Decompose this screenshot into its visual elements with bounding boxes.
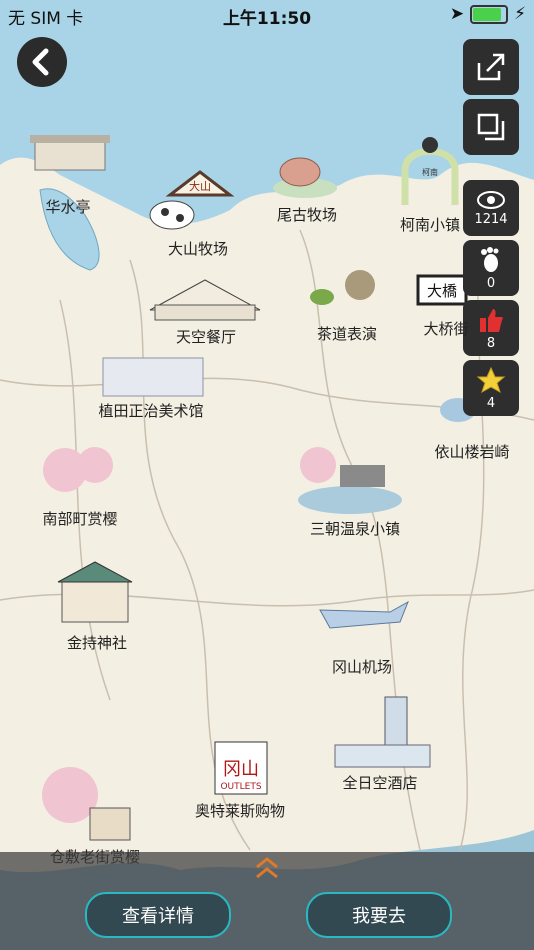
poi-label[interactable]: 奥特莱斯购物 — [195, 800, 285, 821]
likes-stat[interactable]: 8 — [463, 300, 519, 356]
poi-label[interactable]: 依山楼岩崎 — [434, 441, 509, 462]
charging-icon: ⚡ — [514, 4, 526, 24]
poi-label[interactable]: 大桥街 — [423, 318, 468, 339]
chevron-up-icon[interactable] — [253, 857, 281, 879]
copy-button[interactable] — [463, 99, 519, 155]
star-icon — [476, 366, 506, 393]
poi-label[interactable]: 尾古牧场 — [277, 204, 337, 225]
favorites-count: 4 — [486, 395, 496, 411]
status-right: ➤ ⚡ — [450, 4, 526, 24]
thumbs-up-icon — [480, 308, 503, 332]
ohashi-sign: 大橋 — [427, 282, 457, 300]
outlet-sign-brand: 冈山 — [223, 759, 259, 780]
poi-label[interactable]: 全日空酒店 — [342, 772, 417, 793]
copy-icon — [477, 113, 505, 141]
views-count: 1214 — [474, 211, 508, 227]
share-icon — [477, 53, 505, 81]
poi-label[interactable]: 柯南小镇 — [400, 214, 460, 235]
daisen-sign: 大山 — [189, 179, 211, 193]
poi-label[interactable]: 华水亭 — [45, 196, 90, 217]
outlet-sign-sub: OUTLETS — [220, 782, 261, 792]
poi-label[interactable]: 冈山机场 — [332, 656, 392, 677]
footprint-stat[interactable]: 0 — [463, 240, 519, 296]
favorites-stat[interactable]: 4 — [463, 360, 519, 416]
poi-label[interactable]: 大山牧场 — [168, 238, 228, 259]
poi-label[interactable]: 茶道表演 — [317, 323, 377, 344]
go-button[interactable]: 我要去 — [306, 892, 452, 938]
status-bar: 无 SIM 卡 上午11:50 ➤ ⚡ — [0, 0, 534, 29]
eye-icon — [477, 190, 505, 209]
chevron-left-icon — [32, 48, 49, 76]
battery-icon — [470, 4, 509, 24]
location-arrow-icon: ➤ — [449, 4, 465, 24]
views-stat[interactable]: 1214 — [463, 180, 519, 236]
poi-label[interactable]: 天空餐厅 — [176, 326, 236, 347]
footprint-count: 0 — [486, 275, 496, 291]
details-button[interactable]: 查看详情 — [85, 892, 231, 938]
conan-sign: 柯南 — [422, 167, 438, 177]
poi-label[interactable]: 三朝温泉小镇 — [310, 518, 400, 539]
back-button[interactable] — [17, 37, 67, 87]
poi-label[interactable]: 植田正治美术馆 — [98, 400, 203, 421]
likes-count: 8 — [486, 335, 496, 351]
poi-label[interactable]: 金持神社 — [67, 632, 127, 653]
poi-label[interactable]: 南部町赏樱 — [42, 508, 117, 529]
share-button[interactable] — [463, 39, 519, 95]
footprint-icon — [481, 246, 499, 272]
